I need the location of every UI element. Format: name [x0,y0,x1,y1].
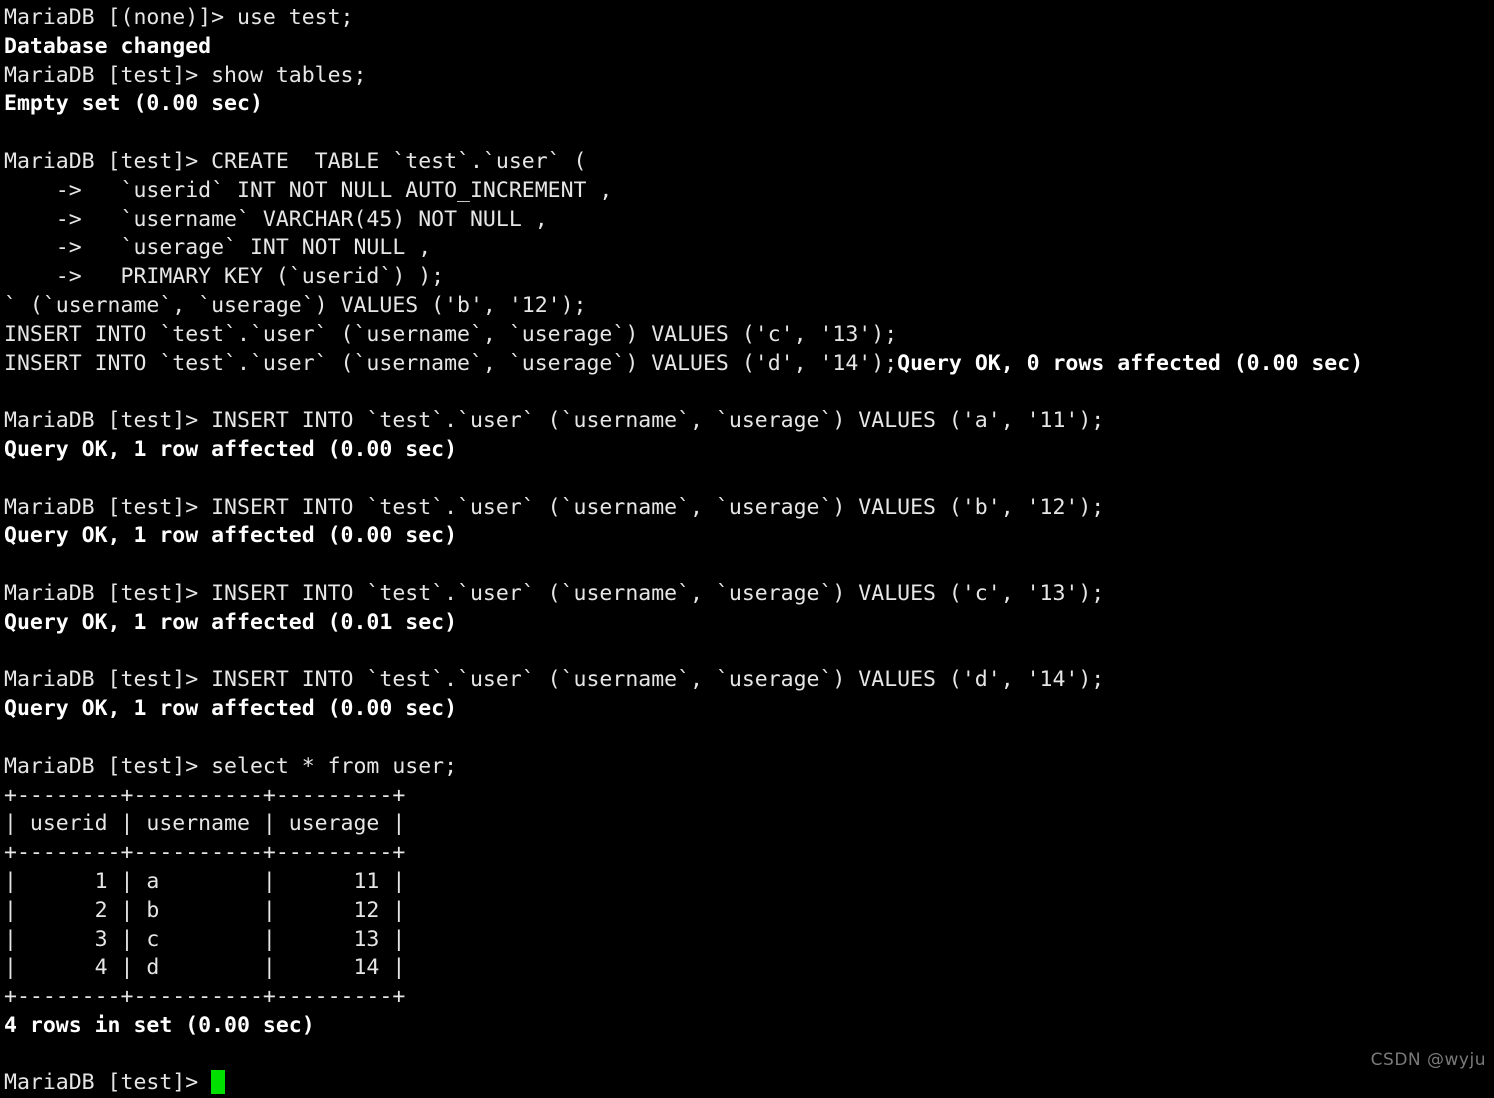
terminal-line-result: Query OK, 0 rows affected (0.00 sec) [897,350,1364,376]
terminal-line: +--------+----------+---------+ [4,984,406,1010]
terminal-line: MariaDB [test]> select * from user; [4,753,458,779]
terminal-line: Query OK, 1 row affected (0.00 sec) [4,696,458,722]
terminal-line: +--------+----------+---------+ [4,840,406,866]
terminal-line: +--------+----------+---------+ [4,782,406,808]
terminal-line: MariaDB [test]> INSERT INTO `test`.`user… [4,580,1105,606]
terminal-line: MariaDB [test]> INSERT INTO `test`.`user… [4,494,1105,520]
terminal-line: ` (`username`, `userage`) VALUES ('b', '… [4,292,587,318]
terminal-line: Query OK, 1 row affected (0.00 sec) [4,436,458,462]
terminal-cursor[interactable] [211,1070,226,1095]
csdn-watermark: CSDN @wyju [1370,1050,1486,1070]
terminal-output-area[interactable]: MariaDB [(none)]> use test; Database chan… [0,0,1494,1098]
terminal-line: MariaDB [test]> show tables; [4,62,367,88]
terminal-line: MariaDB [(none)]> use test; [4,5,354,30]
terminal-line: Query OK, 1 row affected (0.01 sec) [4,609,458,635]
terminal-line: Database changed [4,33,212,59]
terminal-line: | 1 | a | 11 | [4,868,406,894]
terminal-line: 4 rows in set (0.00 sec) [4,1012,315,1038]
terminal-line: MariaDB [test]> INSERT INTO `test`.`user… [4,667,1105,693]
terminal-line: -> PRIMARY KEY (`userid`) ); [4,264,445,290]
terminal-line: | 2 | b | 12 | [4,897,406,923]
terminal-line: | 4 | d | 14 | [4,955,406,981]
terminal-line: INSERT INTO `test`.`user` (`username`, `… [4,321,898,347]
terminal-line: Query OK, 1 row affected (0.00 sec) [4,523,458,549]
terminal-line: INSERT INTO `test`.`user` (`username`, `… [4,350,1494,379]
terminal-line: MariaDB [test]> CREATE TABLE `test`.`use… [4,148,587,174]
terminal-line: | 3 | c | 13 | [4,926,406,952]
terminal-line: Empty set (0.00 sec) [4,91,263,117]
terminal-line: -> `userage` INT NOT NULL , [4,235,432,261]
terminal-line: | userid | username | userage | [4,811,406,837]
terminal-line-text: INSERT INTO `test`.`user` (`username`, `… [4,350,898,376]
terminal-prompt: MariaDB [test]> [4,1070,212,1096]
terminal-line: -> `userid` INT NOT NULL AUTO_INCREMENT … [4,177,613,203]
terminal-line: MariaDB [test]> [4,1069,1494,1098]
terminal-line: MariaDB [test]> INSERT INTO `test`.`user… [4,408,1105,434]
terminal-line: -> `username` VARCHAR(45) NOT NULL , [4,206,548,232]
